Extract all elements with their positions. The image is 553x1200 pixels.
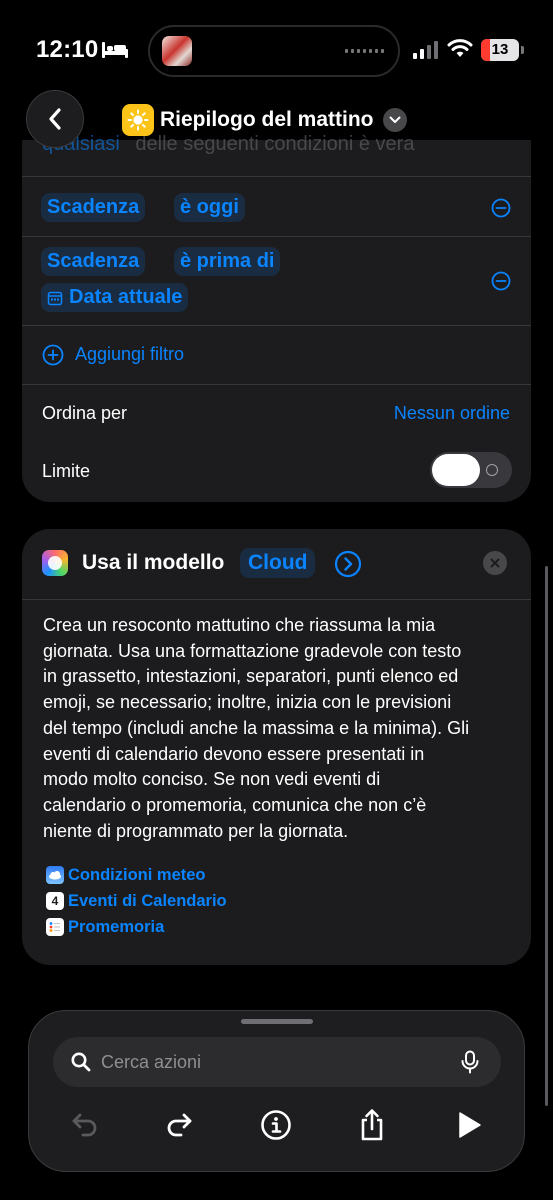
expand-arrow-icon[interactable] (334, 550, 362, 578)
prompt-line: in grassetto, intestazioni, separatori, … (43, 666, 459, 687)
prompt-line: modo molto conciso. Se non vedi eventi d… (43, 769, 381, 790)
search-icon (71, 1052, 91, 1072)
variable-label: Eventi di Calendario (68, 891, 227, 910)
header-ghost-text: qualsiasi delle seguenti condizioni è ve… (42, 133, 414, 156)
back-button[interactable] (26, 90, 84, 148)
info-icon (261, 1110, 291, 1140)
prompt-line: del tempo (includi anche la massima e la… (43, 717, 470, 738)
toggle-knob (432, 454, 480, 486)
sort-value-button[interactable]: Nessun ordine (394, 403, 510, 424)
status-bar: 12:10 13 (0, 0, 553, 100)
play-icon (459, 1112, 481, 1138)
signal-icon (413, 41, 438, 59)
filter-2-value-token[interactable]: Data attuale (41, 283, 189, 312)
divider (22, 384, 531, 385)
page-title: Riepilogo del mattino (160, 108, 374, 131)
share-button[interactable] (354, 1107, 390, 1143)
calendar-variable-icon (47, 291, 63, 305)
filter-1-field-token[interactable]: Scadenza (41, 193, 146, 222)
use-model-action-card: Usa il modello Cloud Crea un resoconto m… (22, 529, 531, 965)
chevron-left-icon (49, 108, 61, 130)
divider (22, 325, 531, 326)
prompt-line: eventi di calendario devono essere prese… (43, 743, 425, 764)
chevron-down-icon[interactable] (382, 108, 407, 132)
filter-2-field-token[interactable]: Scadenza (41, 247, 146, 276)
calendar-icon: 4 (46, 892, 64, 910)
close-icon (490, 558, 500, 568)
prompt-line: giornata. Usa una formattazione gradevol… (43, 640, 462, 661)
battery-level: 13 (491, 41, 509, 58)
filter-1-operator-token[interactable]: è oggi (174, 193, 245, 222)
prompt-line: emoji, se necessario; inoltre, inizia co… (43, 692, 452, 713)
audio-wave-icon (345, 49, 384, 53)
filter-2-operator-token[interactable]: è prima di (174, 247, 281, 276)
remove-action-button[interactable] (483, 551, 507, 575)
add-filter-icon[interactable] (42, 344, 64, 366)
redo-button[interactable] (161, 1107, 197, 1143)
bed-icon (102, 42, 128, 58)
divider (22, 176, 531, 177)
sheet-grabber[interactable] (241, 1019, 313, 1024)
share-icon (361, 1109, 383, 1141)
filter-card: Scadenza è oggi Scadenza è prima di Data… (22, 140, 531, 502)
undo-button[interactable] (67, 1107, 103, 1143)
variable-weather-conditions[interactable]: Condizioni meteo (46, 864, 206, 886)
info-button[interactable] (258, 1107, 294, 1143)
limit-label: Limite (42, 461, 91, 481)
remove-filter-2-icon[interactable] (491, 271, 511, 291)
apple-intelligence-icon (42, 550, 68, 576)
undo-icon (72, 1113, 97, 1137)
prompt-line: Crea un resoconto mattutino che riassuma… (43, 615, 436, 635)
ghost-condition-text: delle seguenti condizioni è vera (135, 133, 415, 155)
variable-calendar-events[interactable]: 4 Eventi di Calendario (46, 890, 227, 912)
reminders-icon (46, 918, 64, 936)
now-playing-artwork-icon (162, 36, 192, 66)
search-bar[interactable] (53, 1037, 501, 1087)
actions-panel (28, 1010, 525, 1172)
shortcut-title-button[interactable]: Riepilogo del mattino (122, 104, 407, 136)
search-input[interactable] (101, 1050, 441, 1074)
prompt-line: calendario o promemoria, comunica che no… (43, 794, 427, 815)
toggle-off-indicator-icon (486, 464, 498, 476)
model-selector-token[interactable]: Cloud (240, 548, 316, 578)
variable-label: Promemoria (68, 917, 165, 936)
redo-icon (167, 1113, 192, 1137)
action-title: Usa il modello (82, 551, 225, 574)
microphone-icon[interactable] (457, 1049, 483, 1075)
prompt-text-field[interactable]: Crea un resoconto mattutino che riassuma… (43, 613, 513, 844)
scrollbar[interactable] (545, 566, 548, 1106)
variable-reminders[interactable]: Promemoria (46, 916, 164, 938)
filter-2-value-label: Data attuale (69, 286, 183, 308)
status-time: 12:10 (36, 36, 99, 63)
run-button[interactable] (451, 1107, 487, 1143)
divider (22, 236, 531, 237)
sort-label: Ordina per (42, 403, 128, 423)
battery-tip (521, 46, 524, 54)
weather-icon (46, 866, 64, 884)
limit-toggle[interactable] (430, 452, 512, 488)
dynamic-island[interactable] (148, 25, 400, 77)
add-filter-button[interactable]: Aggiungi filtro (75, 344, 184, 365)
prompt-line: niente di programmato per la giornata. (43, 820, 349, 841)
divider (22, 599, 531, 600)
wifi-icon (447, 39, 473, 57)
variable-label: Condizioni meteo (68, 865, 206, 884)
remove-filter-1-icon[interactable] (491, 198, 511, 218)
sun-icon (122, 104, 154, 136)
battery-icon: 13 (481, 39, 519, 61)
